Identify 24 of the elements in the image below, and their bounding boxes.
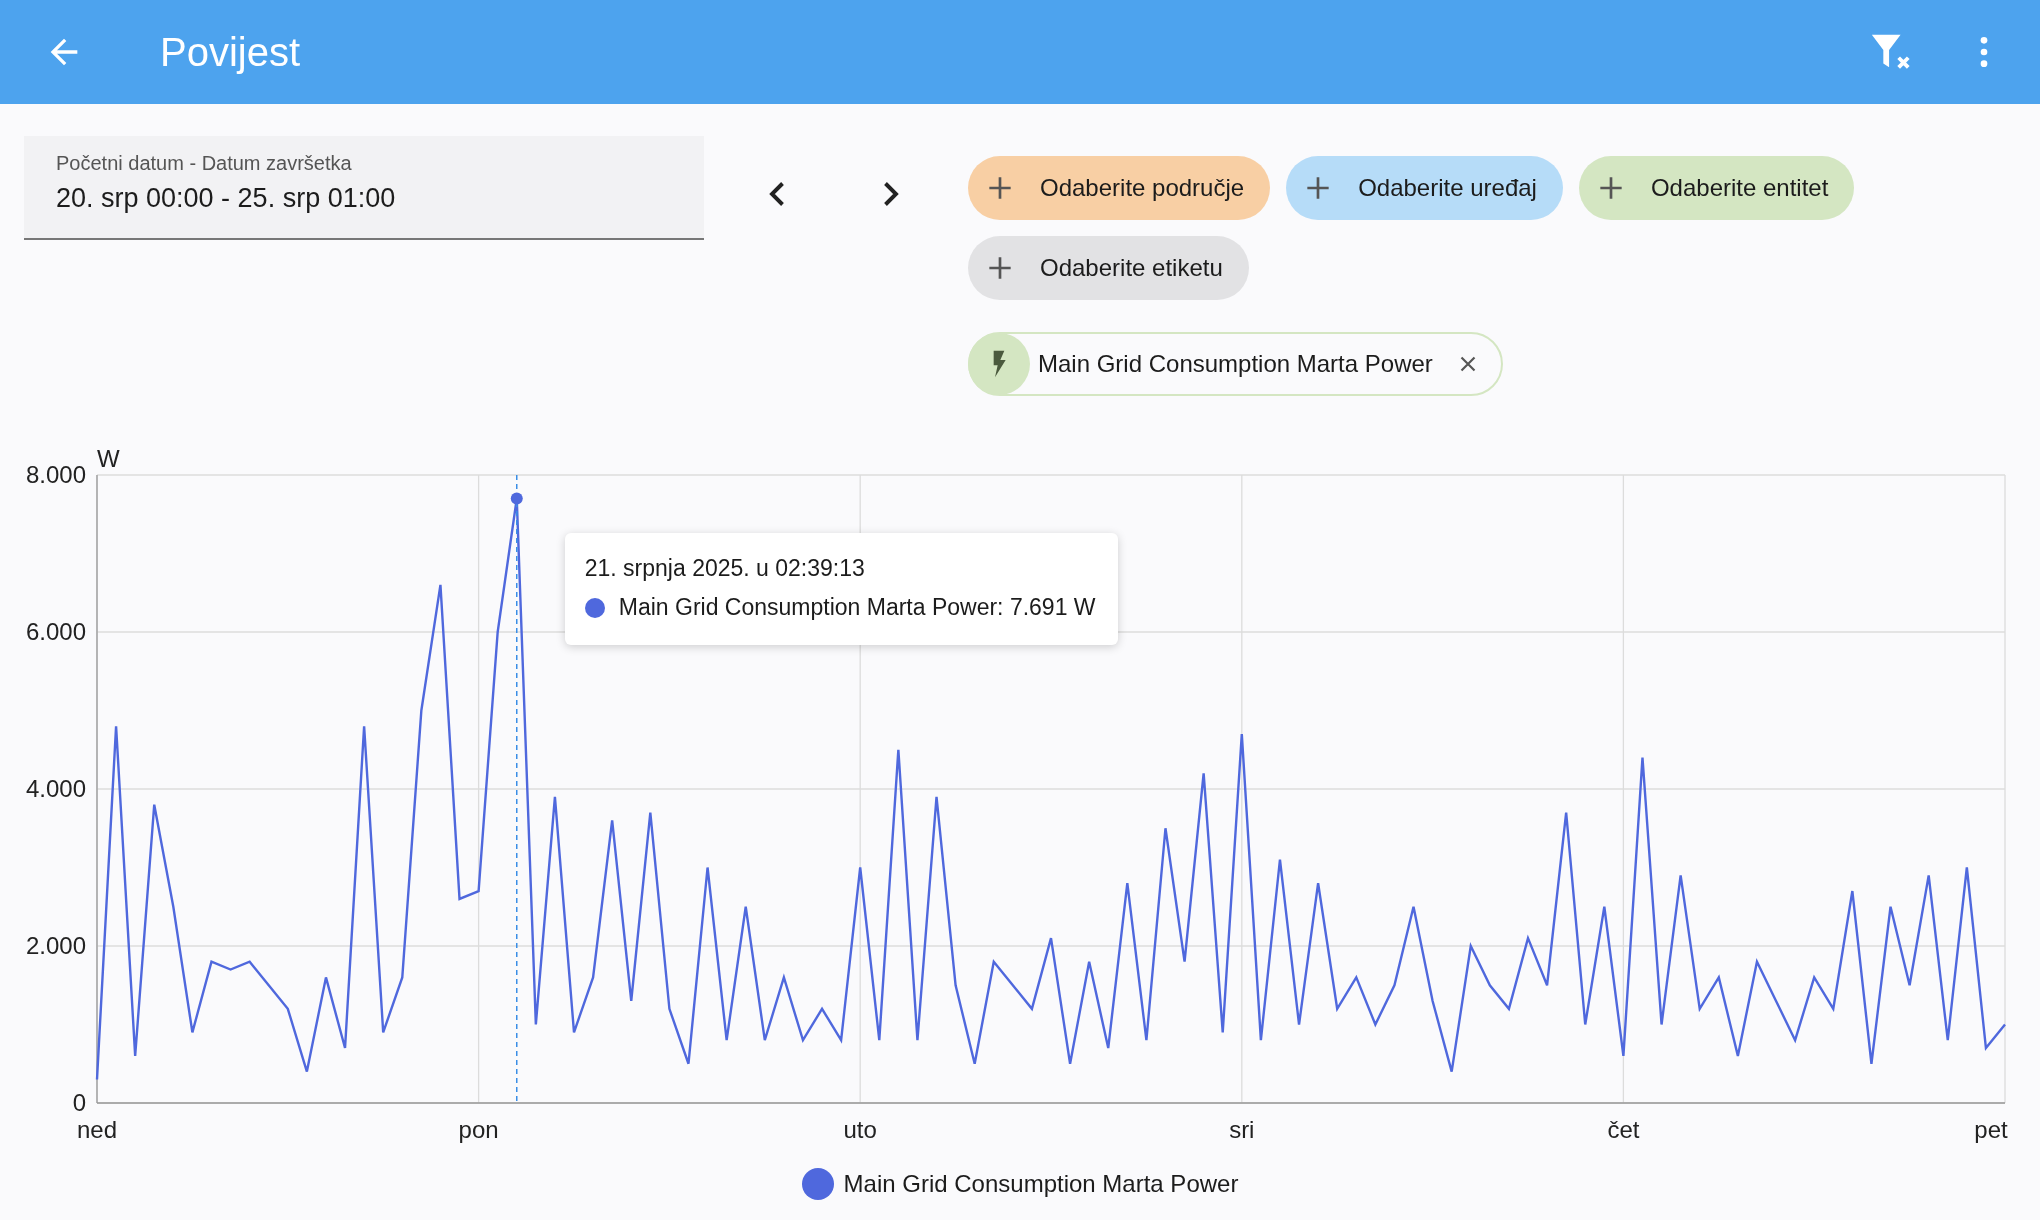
legend-label[interactable]: Main Grid Consumption Marta Power	[843, 1170, 1239, 1198]
date-range-field[interactable]: Početni datum - Datum završetka 20. srp 00:00 - 25. srp 01:00	[24, 136, 704, 240]
y-tick-label: 6.000	[25, 618, 86, 645]
x-tick-label: pet	[1974, 1116, 2008, 1143]
y-tick-label: 8.000	[25, 461, 86, 488]
add-target-chip[interactable]: Odaberite entitet	[1578, 156, 1855, 220]
entity-chip[interactable]: Main Grid Consumption Marta Power	[968, 332, 1503, 396]
x-tick-label: ned	[77, 1116, 117, 1143]
add-target-chip[interactable]: Odaberite etiketu	[968, 236, 1249, 300]
x-tick-label: pon	[458, 1116, 499, 1143]
add-target-chip[interactable]: Odaberite uređaj	[1286, 156, 1563, 220]
tooltip-title: 21. srpnja 2025. u 02:39:13	[584, 555, 866, 582]
add-target-chip[interactable]: Odaberite područje	[968, 156, 1271, 220]
tooltip-value: Main Grid Consumption Marta Power: 7.691 W	[618, 594, 1096, 621]
y-tick-label: 4.000	[25, 775, 86, 802]
hover-point	[510, 492, 523, 505]
y-axis-unit: W	[97, 445, 120, 472]
x-tick-label: čet	[1607, 1116, 1640, 1143]
y-tick-label: 0	[72, 1089, 86, 1116]
y-tick-label: 2.000	[25, 932, 86, 959]
x-tick-label: uto	[843, 1116, 877, 1143]
page-title: Povijest	[160, 29, 301, 75]
x-tick-label: sri	[1229, 1116, 1255, 1143]
series-dot-icon	[584, 597, 605, 618]
